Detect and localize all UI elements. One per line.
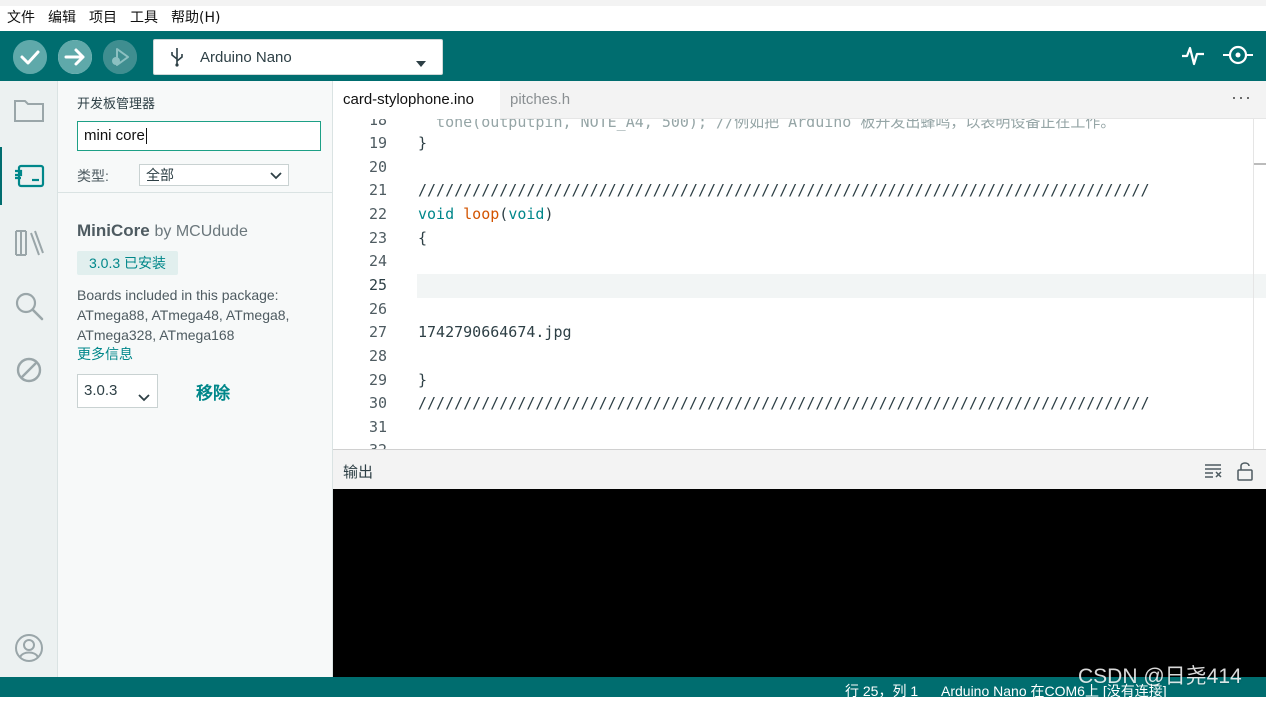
folder-icon [14,100,44,122]
type-value: 全部 [146,167,174,183]
menu-bar: 文件 编辑 项目 工具 帮助(H) [0,0,1266,31]
tab-pitches[interactable]: pitches.h [500,81,580,119]
search-value: mini core [84,127,145,144]
unlock-scroll-icon[interactable] [1236,461,1254,486]
line-number: 23 [368,229,387,247]
line-number: 27 [368,323,387,341]
minimap-marker [1254,163,1266,165]
verify-button[interactable] [13,40,47,74]
installed-badge: 3.0.3 已安装 [77,251,179,275]
search-button[interactable] [0,277,58,335]
code-line: tone(outputpin, NOTE_A4, 500); //例如把 Ard… [418,119,1116,131]
more-info-link[interactable]: 更多信息 [77,344,133,364]
usb-icon [168,47,186,67]
editor-tabs: card-stylophone.ino pitches.h ··· [333,81,1266,119]
output-header: 输出 [333,450,1266,489]
code-line: ////////////////////////////////////////… [418,181,1150,199]
board-icon [15,164,45,188]
boards-manager-panel: 开发板管理器 mini core 类型: 全部 MiniCore by MCUd… [58,81,333,677]
board-package-title: MiniCore by MCUdude [77,221,248,241]
status-bar: 行 25，列 1 Arduino Nano 在COM6上 [没有连接] [0,677,1266,699]
code-line: } [418,371,428,389]
line-number: 20 [368,158,387,176]
code-line: { [418,229,428,247]
line-number: 29 [368,371,387,389]
chevron-down-icon [269,168,283,188]
line-number: 19 [368,134,387,152]
line-number: 18 [368,119,387,129]
output-title: 输出 [343,464,374,481]
code-line: } [418,134,428,152]
code-line-loop: void loop(void) [418,205,554,223]
line-number: 21 [368,181,387,199]
activity-rail [0,81,58,677]
caret-down-icon [416,54,426,71]
serial-monitor-icon[interactable] [1222,42,1254,72]
check-icon [13,40,47,74]
board-search-input[interactable]: mini core [77,121,321,151]
menu-sketch[interactable]: 项目 [82,6,123,31]
menu-file[interactable]: 文件 [0,6,41,31]
sketchbook-button[interactable] [0,81,58,139]
line-number-gutter: 18 19 20 21 22 23 24 25 26 27 28 29 30 3… [333,119,417,449]
menu-help[interactable]: 帮助(H) [164,6,226,31]
menu-tools[interactable]: 工具 [123,6,164,31]
panel-title: 开发板管理器 [77,96,156,111]
code-editor[interactable]: 18 19 20 21 22 23 24 25 26 27 28 29 30 3… [333,119,1266,449]
watermark: CSDN @日尧414 [1078,665,1242,688]
user-icon [15,634,43,662]
boards-manager-button[interactable] [0,147,58,205]
debug-panel-button[interactable] [0,341,58,399]
version-select[interactable]: 3.0.3 [77,374,158,408]
library-manager-button[interactable] [0,213,58,271]
board-package-name: MiniCore [77,221,150,240]
library-icon [15,230,44,256]
code-line: 1742790664674.jpg [418,323,572,341]
function-name: loop [463,205,500,223]
line-number: 26 [368,300,387,318]
board-name: Arduino Nano [200,48,292,66]
cursor-position: 行 25，列 1 [845,683,919,699]
keyword: void [508,205,545,223]
profile-button[interactable] [0,619,58,677]
line-number: 32 [347,441,387,449]
type-filter-select[interactable]: 全部 [139,164,289,186]
line-number: 31 [368,418,387,436]
line-number: 22 [368,205,387,223]
toolbar: Arduino Nano [0,31,1266,81]
line-number: 30 [368,394,387,412]
more-icon[interactable]: ··· [1231,87,1252,108]
editor-scrollbar[interactable] [1253,119,1254,449]
chevron-down-icon [137,385,151,417]
board-package-author: by MCUdude [154,223,248,240]
arrow-right-icon [58,40,92,74]
keyword: void [418,205,455,223]
line-number-current: 25 [368,276,387,294]
version-value: 3.0.3 [84,382,118,399]
search-icon [15,292,44,321]
remove-button[interactable]: 移除 [196,379,230,404]
panel-divider [58,192,333,193]
debug-button[interactable] [103,40,137,74]
current-line-highlight [417,274,1266,298]
upload-button[interactable] [58,40,92,74]
board-selector[interactable]: Arduino Nano [153,39,443,75]
type-label: 类型: [77,168,109,184]
menu-edit[interactable]: 编辑 [41,6,82,31]
output-console[interactable] [333,489,1266,677]
code-line: ////////////////////////////////////////… [418,394,1150,412]
line-number: 28 [368,347,387,365]
debug-disabled-icon [16,357,42,383]
serial-plotter-icon[interactable] [1181,42,1205,72]
clear-output-icon[interactable] [1203,461,1223,484]
line-number: 24 [368,252,387,270]
tab-card-stylophone[interactable]: card-stylophone.ino [333,81,500,119]
debugger-icon [103,40,137,74]
board-package-description: Boards included in this package: ATmega8… [77,287,290,343]
